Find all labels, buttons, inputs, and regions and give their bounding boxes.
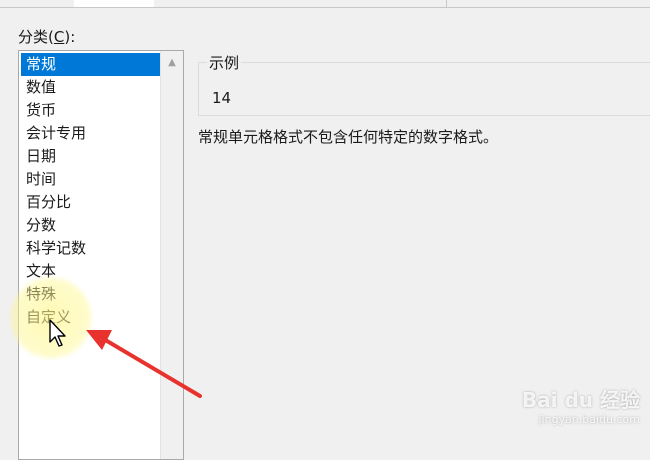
sample-value: 14 [212, 89, 232, 107]
sample-legend: 示例 [207, 52, 242, 73]
watermark: Bai du 经验 jingyan.baidu.com [500, 384, 640, 444]
category-item[interactable]: 百分比 [21, 191, 161, 214]
category-item[interactable]: 数值 [21, 76, 161, 99]
category-item[interactable]: 文本 [21, 260, 161, 283]
category-item[interactable]: 时间 [21, 168, 161, 191]
category-item[interactable]: 货币 [21, 99, 161, 122]
tab-content-border [0, 7, 650, 8]
watermark-logo: Bai du 经验 [521, 388, 640, 412]
red-arrow-icon [86, 330, 202, 398]
category-item[interactable]: 常规 [21, 53, 161, 76]
watermark-url: jingyan.baidu.com [538, 413, 640, 426]
mouse-pointer-icon [49, 319, 66, 347]
sample-group: 示例 14 [198, 52, 650, 116]
category-item[interactable]: 科学记数 [21, 237, 161, 260]
category-list-items: 常规 数值 货币 会计专用 日期 时间 百分比 分数 科学记数 文本 特殊 自定义 [21, 53, 161, 329]
category-item[interactable]: 会计专用 [21, 122, 161, 145]
category-item[interactable]: 分数 [21, 214, 161, 237]
category-item[interactable]: 日期 [21, 145, 161, 168]
category-item[interactable]: 特殊 [21, 283, 161, 306]
chevron-up-icon[interactable]: ▲ [161, 51, 183, 73]
tab-strip [0, 0, 650, 8]
format-description: 常规单元格格式不包含任何特定的数字格式。 [198, 128, 499, 146]
category-label: 分类(C): [18, 28, 76, 46]
